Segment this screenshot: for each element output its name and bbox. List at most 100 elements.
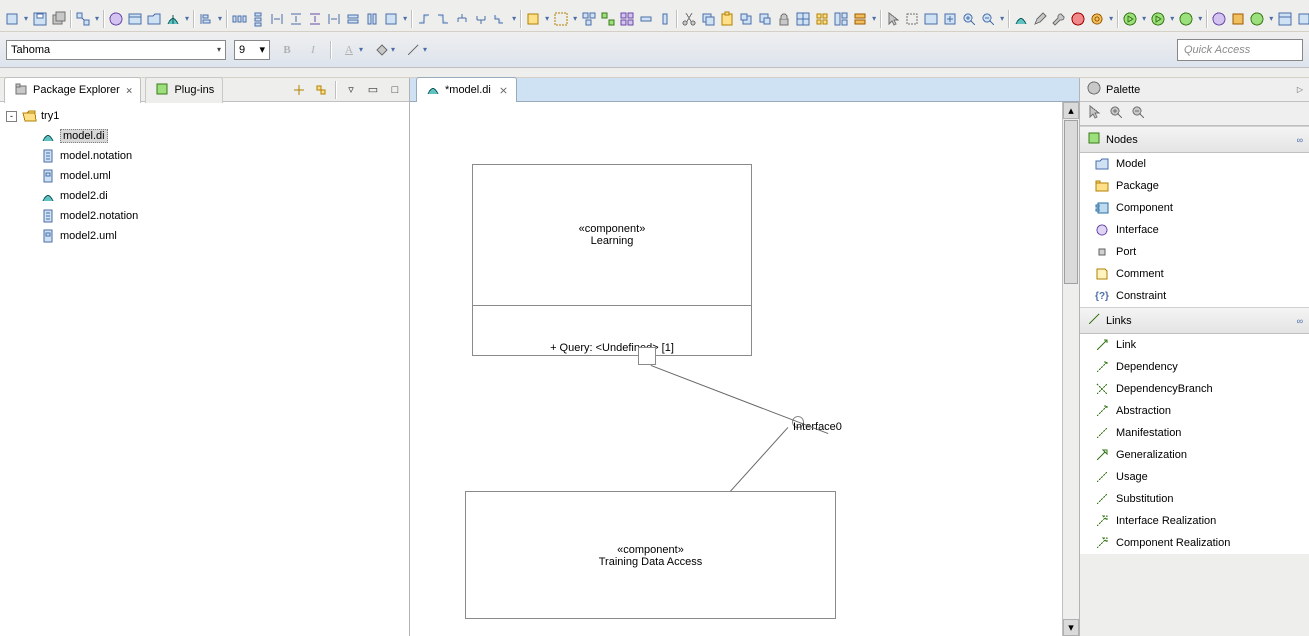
font-family-select[interactable]: Tahoma ▾ (6, 40, 226, 60)
tab-plugins[interactable]: Plug-ins (145, 77, 223, 103)
layout4-icon[interactable] (852, 9, 868, 29)
route3-icon[interactable] (492, 9, 508, 29)
view-menu-icon[interactable]: ▿ (343, 82, 359, 98)
dist-h-icon[interactable] (231, 9, 247, 29)
quick-access-input[interactable]: Quick Access (1177, 39, 1303, 61)
dd[interactable]: ▾ (184, 14, 190, 23)
palette-item-substitution[interactable]: Substitution (1080, 488, 1309, 510)
select-all-icon[interactable] (553, 9, 569, 29)
dd[interactable]: ▾ (1268, 14, 1274, 23)
match-size-icon[interactable] (383, 9, 399, 29)
perspective-icon[interactable] (1277, 9, 1293, 29)
collapse-all-icon[interactable] (291, 82, 307, 98)
route-tree-icon[interactable] (454, 9, 470, 29)
palette-item-component[interactable]: Component (1080, 197, 1309, 219)
palette-item-dependency[interactable]: Dependency (1080, 356, 1309, 378)
font-size-select[interactable]: 9 ▾ (234, 40, 270, 60)
dd[interactable]: ▾ (217, 14, 223, 23)
run-ext-icon[interactable] (1178, 9, 1194, 29)
layout2-icon[interactable] (814, 9, 830, 29)
pen-icon[interactable] (1032, 9, 1048, 29)
palette-item-package[interactable]: Package (1080, 175, 1309, 197)
zoom-out-icon[interactable] (980, 9, 996, 29)
tree-item[interactable]: model.notation (6, 146, 403, 166)
tree-item[interactable]: model2.uml (6, 226, 403, 246)
palette-item-interface[interactable]: Interface (1080, 219, 1309, 241)
route2-icon[interactable] (435, 9, 451, 29)
tree-item[interactable]: model2.di (6, 186, 403, 206)
palette-collapse-icon[interactable]: ▷ (1297, 85, 1303, 94)
palette-item-port[interactable]: Port (1080, 241, 1309, 263)
save-icon[interactable] (32, 9, 48, 29)
dd[interactable]: ▾ (1169, 14, 1175, 23)
select-tool-icon[interactable] (1086, 104, 1102, 123)
component-learning[interactable]: «component» Learning + Query: <Undefined… (472, 164, 752, 356)
snap-icon[interactable] (525, 9, 541, 29)
bold-button[interactable]: B (278, 41, 296, 59)
dd[interactable]: ▾ (544, 14, 550, 23)
zoom-in-icon[interactable] (961, 9, 977, 29)
palette-item-constraint[interactable]: {?}Constraint (1080, 285, 1309, 307)
dd[interactable]: ▾ (422, 45, 428, 54)
dd[interactable]: ▾ (1141, 14, 1147, 23)
diagram-canvas[interactable]: «component» Learning + Query: <Undefined… (410, 102, 1079, 636)
select-tool-icon[interactable] (885, 9, 901, 29)
vertical-scrollbar[interactable]: ▴ ▾ (1062, 102, 1079, 636)
close-icon[interactable]: ⨯ (126, 84, 133, 97)
dd[interactable]: ▾ (23, 14, 29, 23)
cut-icon[interactable] (681, 9, 697, 29)
palette-item-model[interactable]: Model (1080, 153, 1309, 175)
tree-item[interactable]: model2.notation (6, 206, 403, 226)
tab-package-explorer[interactable]: Package Explorer ⨯ (4, 77, 141, 103)
arrange5-icon[interactable] (657, 9, 673, 29)
tree-root[interactable]: - try1 (6, 106, 403, 126)
expand-toggle[interactable]: - (6, 111, 17, 122)
zoom-fit-icon[interactable] (942, 9, 958, 29)
view-icon[interactable] (1296, 9, 1309, 29)
font-color-button[interactable]: A (340, 41, 358, 59)
dd[interactable]: ▾ (402, 14, 408, 23)
gear-orange-icon[interactable] (1089, 9, 1105, 29)
spacing-h-icon[interactable] (269, 9, 285, 29)
palette-item-interface-realization[interactable]: Interface Realization (1080, 510, 1309, 532)
palette-item-abstraction[interactable]: Abstraction (1080, 400, 1309, 422)
dd[interactable]: ▾ (390, 45, 396, 54)
tree-item[interactable]: model.uml (6, 166, 403, 186)
paste-icon[interactable] (719, 9, 735, 29)
zoom-out-icon[interactable] (1130, 104, 1146, 123)
paint-bucket-icon[interactable] (372, 41, 390, 59)
palette-item-manifestation[interactable]: Manifestation (1080, 422, 1309, 444)
arrange4-icon[interactable] (638, 9, 654, 29)
palette-section-links[interactable]: Links ∞ (1080, 307, 1309, 334)
drawer-pin-icon[interactable]: ∞ (1297, 316, 1303, 326)
match-h-icon[interactable] (364, 9, 380, 29)
dd[interactable]: ▾ (999, 14, 1005, 23)
editor-tab-active[interactable]: *model.di ⨯ (416, 77, 517, 103)
run-icon[interactable] (1122, 9, 1138, 29)
dd[interactable]: ▾ (358, 45, 364, 54)
window-icon[interactable] (127, 9, 143, 29)
drawer-pin-icon[interactable]: ∞ (1297, 135, 1303, 145)
italic-button[interactable]: I (304, 41, 322, 59)
copy-icon[interactable] (700, 9, 716, 29)
minimize-icon[interactable]: ▭ (365, 82, 381, 98)
tab-icon[interactable] (146, 9, 162, 29)
layout1-icon[interactable] (795, 9, 811, 29)
stop-icon[interactable] (1070, 9, 1086, 29)
dd[interactable]: ▾ (94, 14, 100, 23)
spacing-hy-icon[interactable] (326, 9, 342, 29)
close-icon[interactable]: ⨯ (499, 84, 508, 97)
palette-section-nodes[interactable]: Nodes ∞ (1080, 126, 1309, 153)
link-editor-icon[interactable] (313, 82, 329, 98)
align-left-icon[interactable] (198, 9, 214, 29)
dd[interactable]: ▾ (1197, 14, 1203, 23)
scroll-down-arrow[interactable]: ▾ (1063, 619, 1079, 636)
line-color-icon[interactable] (404, 41, 422, 59)
match-w-icon[interactable] (345, 9, 361, 29)
new-dropdown-icon[interactable] (4, 9, 20, 29)
eclipse-icon[interactable] (1249, 9, 1265, 29)
palette-item-comment[interactable]: Comment (1080, 263, 1309, 285)
scroll-thumb[interactable] (1064, 120, 1078, 284)
scroll-up-arrow[interactable]: ▴ (1063, 102, 1079, 119)
dd[interactable]: ▾ (1108, 14, 1114, 23)
